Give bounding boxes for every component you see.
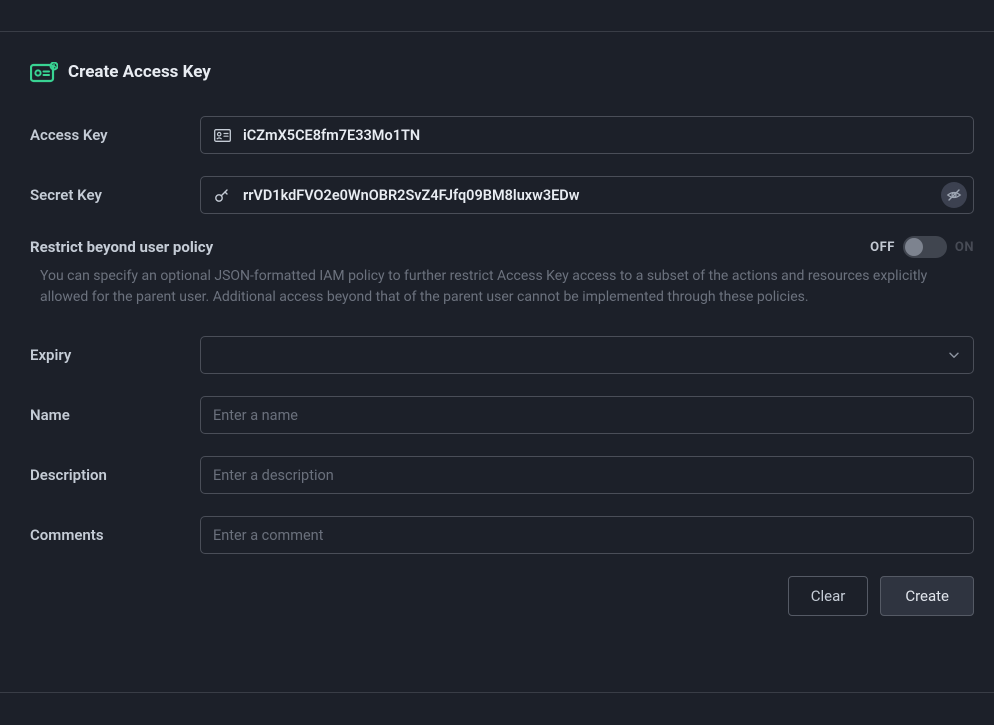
eye-off-icon: [946, 187, 962, 203]
description-input-wrap[interactable]: [200, 456, 974, 494]
page-container: Create Access Key Access Key Secret Key: [0, 32, 994, 636]
comments-row: Comments: [30, 516, 974, 554]
expiry-label: Expiry: [30, 346, 200, 364]
key-icon: [213, 186, 231, 204]
top-divider: [0, 0, 994, 32]
restrict-policy-section: Restrict beyond user policy OFF ON You c…: [30, 236, 974, 308]
secret-key-input[interactable]: [243, 187, 961, 204]
create-button[interactable]: Create: [880, 576, 974, 616]
chevron-down-icon: [947, 348, 961, 362]
name-input[interactable]: [213, 407, 961, 424]
description-label: Description: [30, 466, 200, 484]
id-badge-icon: [213, 126, 231, 144]
description-input[interactable]: [213, 467, 961, 484]
page-header: Create Access Key: [30, 62, 974, 82]
restrict-policy-toggle[interactable]: [903, 236, 947, 258]
secret-key-row: Secret Key: [30, 176, 974, 214]
comments-input-wrap[interactable]: [200, 516, 974, 554]
toggle-knob: [905, 238, 923, 256]
form-button-row: Clear Create: [30, 576, 974, 616]
comments-label: Comments: [30, 526, 200, 544]
name-label: Name: [30, 406, 200, 424]
toggle-off-label: OFF: [870, 240, 895, 255]
restrict-policy-title: Restrict beyond user policy: [30, 238, 213, 256]
toggle-secret-visibility-button[interactable]: [941, 182, 967, 208]
name-row: Name: [30, 396, 974, 434]
bottom-divider: [0, 692, 994, 693]
restrict-policy-description: You can specify an optional JSON-formatt…: [30, 266, 940, 308]
comments-input[interactable]: [213, 527, 961, 544]
expiry-row: Expiry: [30, 336, 974, 374]
secret-key-input-wrap[interactable]: [200, 176, 974, 214]
restrict-policy-toggle-group: OFF ON: [870, 236, 974, 258]
access-key-input-wrap[interactable]: [200, 116, 974, 154]
secret-key-label: Secret Key: [30, 186, 200, 204]
name-input-wrap[interactable]: [200, 396, 974, 434]
clear-button[interactable]: Clear: [788, 576, 869, 616]
description-row: Description: [30, 456, 974, 494]
expiry-select[interactable]: [200, 336, 974, 374]
access-key-label: Access Key: [30, 126, 200, 144]
restrict-policy-header: Restrict beyond user policy OFF ON: [30, 236, 974, 258]
access-key-card-icon: [30, 62, 56, 82]
page-title: Create Access Key: [68, 62, 211, 82]
access-key-row: Access Key: [30, 116, 974, 154]
toggle-on-label: ON: [955, 240, 974, 255]
access-key-input[interactable]: [243, 127, 961, 144]
